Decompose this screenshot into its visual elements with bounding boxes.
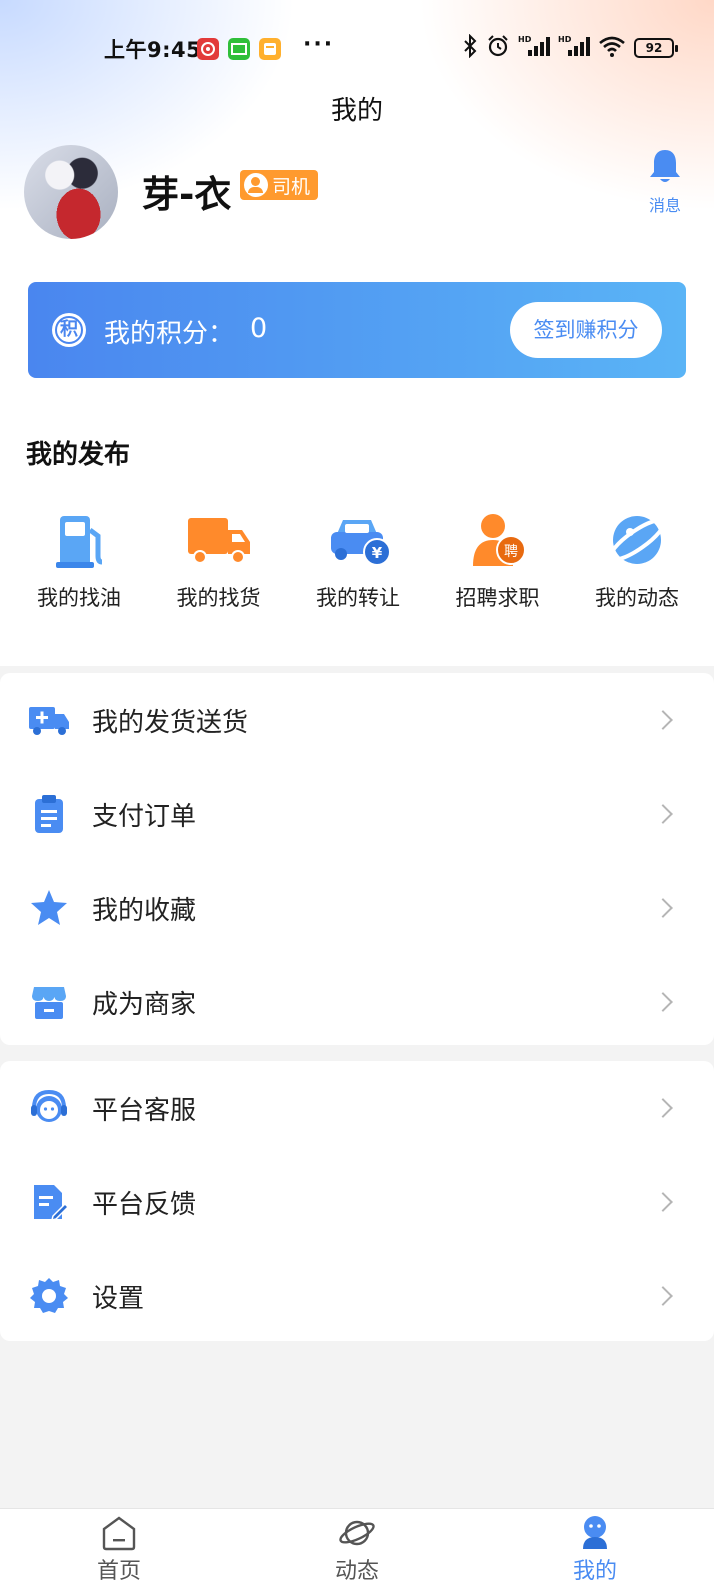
chevron-right-icon — [653, 1098, 673, 1118]
netease-music-icon — [197, 38, 219, 60]
iqiyi-icon — [228, 38, 250, 60]
menu-item-label: 成为商家 — [92, 989, 197, 1020]
publish-item-moments[interactable]: 我的动态 — [582, 510, 692, 612]
home-icon — [99, 1515, 139, 1551]
nav-home[interactable]: 首页 — [0, 1509, 238, 1594]
message-label: 消息 — [648, 196, 681, 215]
publish-item-cargo[interactable]: 我的找货 — [164, 510, 274, 612]
menu-item-feedback[interactable]: 平台反馈 — [0, 1155, 714, 1249]
chevron-right-icon — [653, 992, 673, 1012]
driver-verified-icon — [244, 173, 268, 197]
bottom-nav: 首页 动态 我的 — [0, 1508, 714, 1594]
truck-icon — [186, 510, 252, 570]
points-label: 我的积分： — [104, 319, 235, 349]
avatar[interactable] — [24, 145, 118, 239]
message-button[interactable]: 消息 — [640, 146, 690, 216]
nav-mine[interactable]: 我的 — [476, 1509, 714, 1594]
menu-item-become-merchant[interactable]: 成为商家 — [0, 955, 714, 1049]
battery-indicator: 92 — [634, 38, 678, 58]
nav-label: 首页 — [96, 1559, 141, 1584]
role-badge-label: 司机 — [272, 175, 311, 198]
menu-group-orders: 我的发货送货 支付订单 我的收藏 成为商家 — [0, 673, 714, 1045]
status-bar: 上午9:45 ··· HD HD 92 — [0, 30, 714, 66]
car-transfer-icon: ¥ — [325, 510, 391, 570]
username: 芽-衣 — [142, 173, 232, 216]
store-icon — [28, 981, 70, 1023]
section-title: 我的发布 — [26, 440, 131, 470]
menu-item-payment-orders[interactable]: 支付订单 — [0, 767, 714, 861]
checkin-button[interactable]: 签到赚积分 — [510, 302, 662, 358]
publish-item-label: 我的动态 — [595, 586, 679, 610]
gear-icon — [28, 1275, 70, 1317]
notes-app-icon — [259, 38, 281, 60]
points-value: 0 — [250, 313, 268, 344]
menu-item-label: 平台客服 — [92, 1095, 197, 1126]
svg-text:¥: ¥ — [372, 544, 383, 562]
publish-item-label: 我的找油 — [37, 586, 121, 610]
status-time: 上午9:45 — [104, 38, 202, 62]
signal-icon-2: HD — [558, 34, 590, 63]
bell-icon — [645, 150, 685, 190]
chevron-right-icon — [653, 1192, 673, 1212]
alarm-icon — [486, 34, 510, 63]
recruit-icon: 聘 — [465, 510, 531, 570]
customer-service-icon — [28, 1087, 70, 1129]
page-title: 我的 — [330, 96, 383, 126]
menu-item-label: 我的收藏 — [92, 895, 197, 926]
menu-item-label: 设置 — [92, 1283, 145, 1314]
points-badge-icon: 积 — [52, 313, 86, 347]
chevron-right-icon — [653, 898, 673, 918]
bluetooth-icon — [462, 33, 478, 63]
role-badge: 司机 — [240, 170, 319, 200]
chevron-right-icon — [653, 804, 673, 824]
nav-moments[interactable]: 动态 — [238, 1509, 476, 1594]
publish-item-label: 我的转让 — [316, 586, 400, 610]
recruit-badge: 聘 — [504, 544, 518, 560]
publish-item-label: 招聘求职 — [455, 586, 540, 610]
menu-item-delivery[interactable]: 我的发货送货 — [0, 673, 714, 767]
publish-item-recruit[interactable]: 聘 招聘求职 — [443, 510, 553, 612]
svg-text:HD: HD — [518, 35, 532, 44]
more-notifications-icon: ··· — [303, 32, 335, 57]
nav-label: 我的 — [572, 1559, 617, 1584]
planet-icon — [604, 510, 670, 570]
wifi-icon — [598, 34, 626, 63]
my-publish-section: 我的发布 我的找油 我的找货 ¥ 我的转让 聘 招聘求职 我的动态 — [0, 380, 714, 666]
menu-item-label: 我的发货送货 — [92, 707, 249, 738]
feedback-icon — [28, 1181, 70, 1223]
delivery-truck-icon — [28, 699, 70, 741]
publish-item-transfer[interactable]: ¥ 我的转让 — [303, 510, 413, 612]
menu-item-favorites[interactable]: 我的收藏 — [0, 861, 714, 955]
star-icon — [28, 887, 70, 929]
menu-group-platform: 平台客服 平台反馈 设置 — [0, 1061, 714, 1341]
menu-item-label: 支付订单 — [92, 801, 197, 832]
publish-item-fuel[interactable]: 我的找油 — [24, 510, 134, 612]
nav-label: 动态 — [334, 1559, 379, 1584]
svg-text:HD: HD — [558, 35, 572, 44]
fuel-pump-icon — [46, 510, 112, 570]
profile-icon — [575, 1515, 615, 1551]
chevron-right-icon — [653, 710, 673, 730]
clipboard-icon — [28, 793, 70, 835]
points-card: 积 我的积分： 0 签到赚积分 — [28, 282, 686, 378]
menu-item-label: 平台反馈 — [92, 1189, 197, 1220]
signal-icon: HD — [518, 34, 550, 63]
menu-item-settings[interactable]: 设置 — [0, 1249, 714, 1343]
chevron-right-icon — [653, 1286, 673, 1306]
menu-item-customer-service[interactable]: 平台客服 — [0, 1061, 714, 1155]
publish-item-label: 我的找货 — [176, 586, 261, 610]
planet-icon — [337, 1515, 377, 1551]
